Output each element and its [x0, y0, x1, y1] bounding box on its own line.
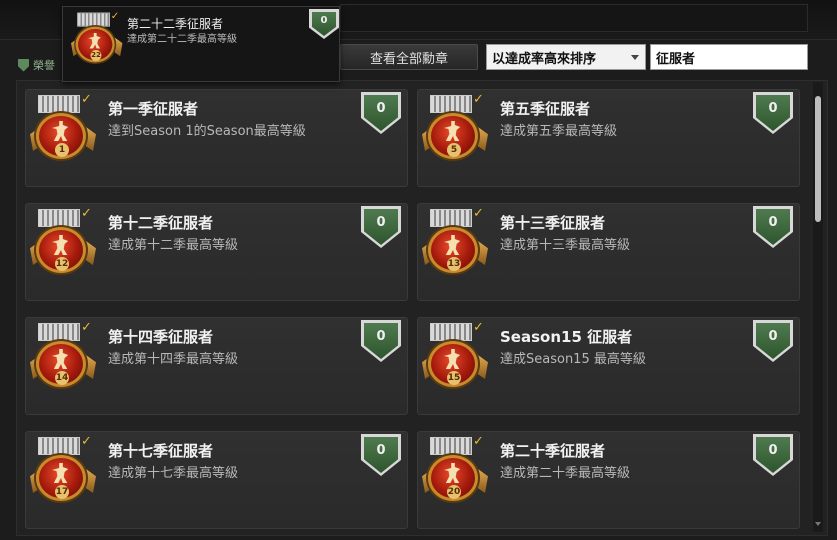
achievement-card[interactable]: ✓ 20 第二十季征服者 達成第二十季最高等級 0 — [417, 431, 800, 529]
conqueror-medal-icon: ✓ 5 — [422, 92, 488, 163]
scroll-down-icon[interactable] — [815, 522, 821, 526]
scrollbar[interactable] — [813, 82, 823, 532]
medal-number: 14 — [55, 371, 69, 385]
checkmark-icon: ✓ — [473, 206, 484, 221]
checkmark-icon: ✓ — [81, 434, 92, 449]
conqueror-medal-icon: ✓ 22 — [71, 10, 123, 66]
shield-badge-icon: 0 — [753, 434, 793, 476]
shield-badge-icon: 0 — [753, 206, 793, 248]
checkmark-icon: ✓ — [473, 320, 484, 335]
checkmark-icon: ✓ — [81, 206, 92, 221]
conqueror-medal-icon: ✓ 20 — [422, 434, 488, 505]
medal-number: 12 — [55, 257, 69, 271]
medal-number: 22 — [90, 50, 102, 61]
scrollbar-thumb[interactable] — [815, 96, 821, 222]
achievement-title: 第十四季征服者 — [108, 328, 214, 346]
checkmark-icon: ✓ — [473, 92, 484, 107]
achievement-desc: 達成第十二季最高等級 — [108, 238, 239, 253]
shield-badge-icon: 0 — [309, 9, 339, 39]
checkmark-icon: ✓ — [81, 320, 92, 335]
medal-number: 5 — [447, 143, 461, 157]
medal-number: 17 — [55, 485, 69, 499]
checkmark-icon: ✓ — [110, 10, 120, 22]
achievement-desc: 達成第五季最高等級 — [500, 124, 618, 139]
top-bar-field — [340, 4, 808, 32]
checkmark-icon: ✓ — [473, 434, 484, 449]
conqueror-medal-icon: ✓ 12 — [30, 206, 96, 277]
view-all-medals-button[interactable]: 查看全部勳章 — [340, 44, 478, 70]
sort-dropdown[interactable]: 以達成率高來排序 — [486, 44, 646, 70]
achievement-card[interactable]: ✓ 14 第十四季征服者 達成第十四季最高等級 0 — [25, 317, 408, 415]
achievement-title: 第十七季征服者 — [108, 442, 214, 460]
achievement-desc: 達成Season15 最高等級 — [500, 352, 646, 367]
checkmark-icon: ✓ — [81, 92, 92, 107]
achievement-card[interactable]: ✓ 1 第一季征服者 達到Season 1的Season最高等級 0 — [25, 89, 408, 187]
shield-badge-icon: 0 — [753, 320, 793, 362]
filter-tab-label: 榮譽 — [33, 59, 55, 72]
search-input[interactable] — [650, 44, 808, 70]
medal-tooltip: ✓ 22 第二十二季征服者 達成第二十二季最高等級 0 — [62, 6, 340, 82]
achievement-desc: 達成第二十季最高等級 — [500, 466, 631, 481]
achievement-card[interactable]: ✓ 5 第五季征服者 達成第五季最高等級 0 — [417, 89, 800, 187]
achievement-title: Season15 征服者 — [500, 328, 633, 346]
chevron-down-icon — [631, 55, 639, 60]
achievement-card[interactable]: ✓ 15 Season15 征服者 達成Season15 最高等級 0 — [417, 317, 800, 415]
conqueror-medal-icon: ✓ 14 — [30, 320, 96, 391]
conqueror-medal-icon: ✓ 13 — [422, 206, 488, 277]
conqueror-medal-icon: ✓ 1 — [30, 92, 96, 163]
filter-tab-honor[interactable]: 榮譽 — [18, 55, 64, 75]
achievement-count: 0 — [376, 329, 386, 344]
achievement-title: 第二十季征服者 — [500, 442, 606, 460]
achievement-title: 第十三季征服者 — [500, 214, 606, 232]
achievement-title: 第十二季征服者 — [108, 214, 214, 232]
shield-badge-icon: 0 — [361, 320, 401, 362]
medal-number: 20 — [447, 485, 461, 499]
shield-icon — [18, 58, 29, 72]
tooltip-count: 0 — [320, 15, 328, 26]
achievement-desc: 達到Season 1的Season最高等級 — [108, 124, 306, 139]
achievement-list: ✓ 1 第一季征服者 達到Season 1的Season最高等級 0 ✓ 5 第… — [16, 80, 828, 536]
tooltip-desc: 達成第二十二季最高等級 — [127, 34, 237, 45]
medal-number: 15 — [447, 371, 461, 385]
achievement-count: 0 — [768, 329, 778, 344]
achievement-count: 0 — [768, 443, 778, 458]
achievement-count: 0 — [768, 215, 778, 230]
achievement-desc: 達成第十七季最高等級 — [108, 466, 239, 481]
achievement-count: 0 — [768, 101, 778, 116]
achievement-count: 0 — [376, 101, 386, 116]
achievement-desc: 達成第十四季最高等級 — [108, 352, 239, 367]
achievement-card[interactable]: ✓ 17 第十七季征服者 達成第十七季最高等級 0 — [25, 431, 408, 529]
achievement-title: 第五季征服者 — [500, 100, 591, 118]
sort-dropdown-value: 以達成率高來排序 — [492, 51, 597, 67]
achievement-count: 0 — [376, 443, 386, 458]
achievement-title: 第一季征服者 — [108, 100, 199, 118]
achievement-desc: 達成第十三季最高等級 — [500, 238, 631, 253]
shield-badge-icon: 0 — [361, 434, 401, 476]
medal-number: 1 — [55, 143, 69, 157]
conqueror-medal-icon: ✓ 15 — [422, 320, 488, 391]
medal-number: 13 — [447, 257, 461, 271]
conqueror-medal-icon: ✓ 17 — [30, 434, 96, 505]
achievement-card[interactable]: ✓ 12 第十二季征服者 達成第十二季最高等級 0 — [25, 203, 408, 301]
shield-badge-icon: 0 — [361, 206, 401, 248]
shield-badge-icon: 0 — [753, 92, 793, 134]
shield-badge-icon: 0 — [361, 92, 401, 134]
achievement-card[interactable]: ✓ 13 第十三季征服者 達成第十三季最高等級 0 — [417, 203, 800, 301]
achievement-count: 0 — [376, 215, 386, 230]
